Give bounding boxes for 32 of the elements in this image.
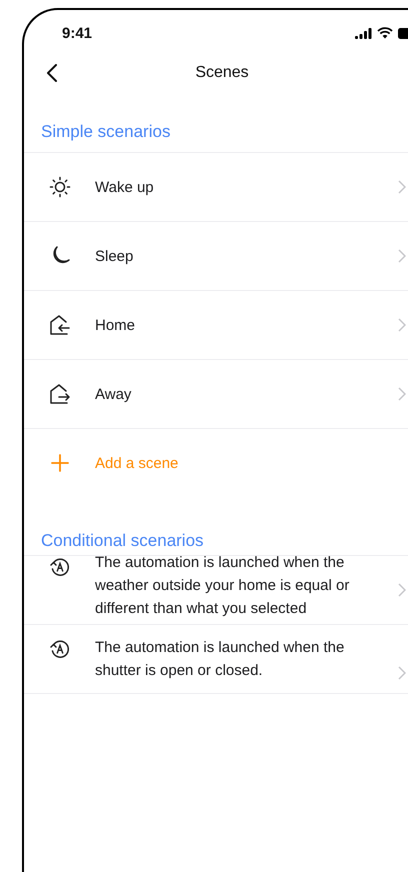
scene-row[interactable]: The automation is launched when the weather outside your home is equal or different than what you selected xyxy=(24,555,408,624)
house-arrow-icon xyxy=(49,314,71,336)
automation-icon xyxy=(49,556,71,578)
chevron-icon xyxy=(398,180,406,194)
scene-label: Sleep xyxy=(95,248,134,264)
scene-label: Away xyxy=(95,386,132,402)
scene-row[interactable]: Home xyxy=(24,290,408,359)
chevron-icon xyxy=(398,387,406,401)
scene-label: Wake up xyxy=(95,178,154,196)
scene-label: Add a scene xyxy=(95,454,178,472)
chevron-icon xyxy=(398,583,406,597)
status-time: 9:41 xyxy=(62,24,92,42)
sun-icon xyxy=(49,176,71,198)
section-heading: Conditional scenarios xyxy=(41,531,205,552)
section-heading: Simple scenarios xyxy=(41,122,172,143)
chevron-icon xyxy=(398,318,406,332)
plus-icon xyxy=(49,452,71,474)
screen-title: Scenes xyxy=(195,64,249,82)
chevron-icon xyxy=(398,666,406,680)
automation-icon xyxy=(49,638,71,660)
scene-label: The automation is launched when the weather outside your home is equal or different than what you selected xyxy=(95,553,350,619)
scene-label: The automation is launched when the shutter is open or closed. xyxy=(95,638,346,681)
house-arrow-icon xyxy=(49,383,71,405)
chevron-icon xyxy=(398,249,406,263)
scene-row[interactable]: Sleep xyxy=(24,221,408,290)
signal-icon xyxy=(355,28,372,38)
scene-row[interactable]: The automation is launched when the shutter is open or closed. xyxy=(24,624,408,694)
back-button[interactable] xyxy=(46,64,58,82)
scene-row[interactable]: Wake up xyxy=(24,152,408,221)
scene-label: Home xyxy=(95,316,136,334)
wifi-icon xyxy=(377,27,393,39)
scene-row[interactable]: Away xyxy=(24,359,408,428)
